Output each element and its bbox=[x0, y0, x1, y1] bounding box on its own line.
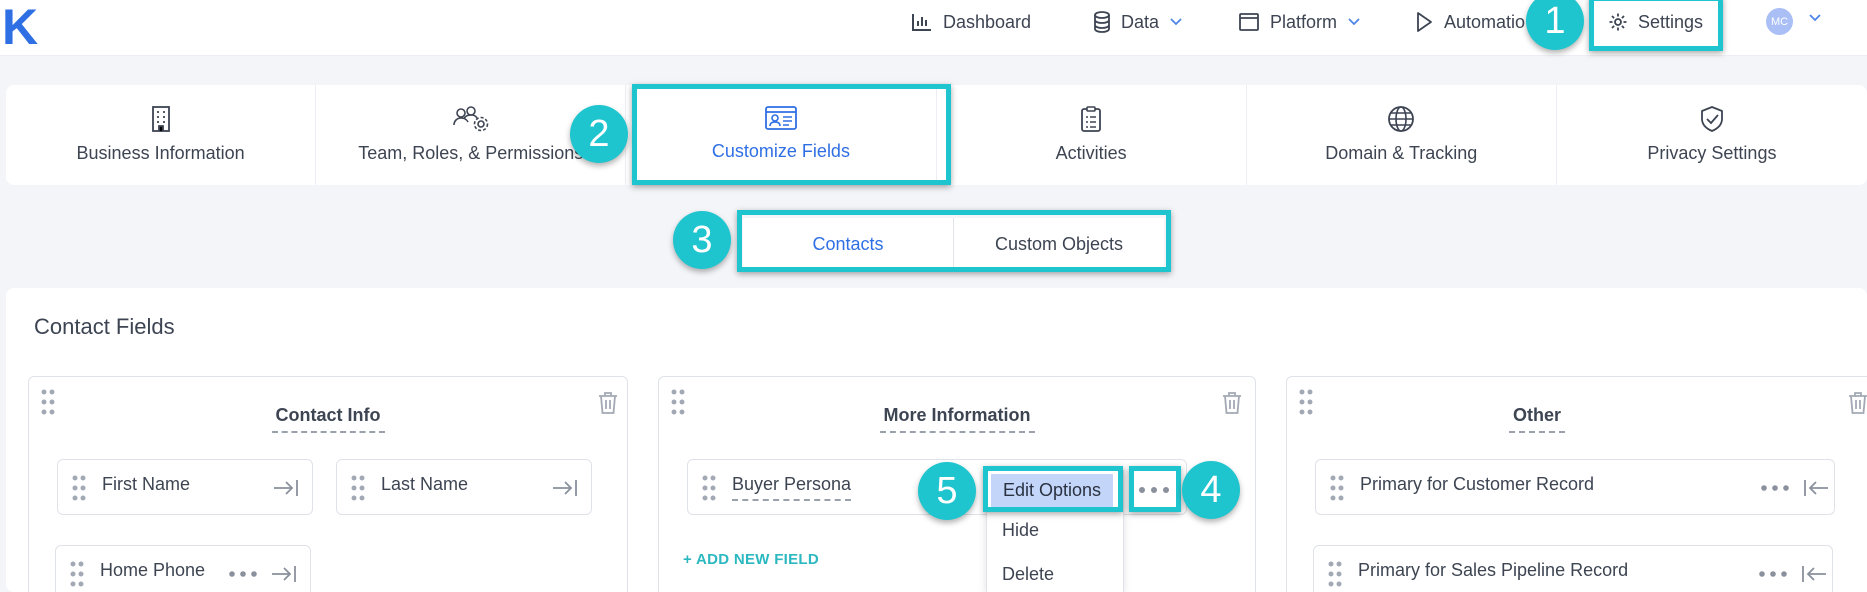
field-last-name[interactable]: Last Name bbox=[336, 459, 592, 515]
drag-handle-icon[interactable] bbox=[1328, 560, 1342, 588]
section-contact-info: Contact Info First Name Last Name Home P… bbox=[28, 376, 628, 592]
field-primary-sales-pipeline-record[interactable]: Primary for Sales Pipeline Record bbox=[1313, 545, 1833, 592]
nav-platform-label: Platform bbox=[1270, 11, 1338, 32]
chevron-down-icon[interactable] bbox=[1808, 13, 1822, 23]
nav-data-label: Data bbox=[1121, 11, 1160, 32]
move-left-icon[interactable] bbox=[1802, 477, 1830, 499]
contact-fields-panel: Contact Fields Contact Info First Name L… bbox=[6, 288, 1867, 592]
move-right-icon[interactable] bbox=[551, 477, 579, 499]
drag-handle-icon[interactable] bbox=[351, 474, 365, 502]
move-right-icon[interactable] bbox=[270, 563, 298, 585]
highlight-more-options bbox=[1129, 466, 1181, 512]
globe-icon bbox=[1388, 106, 1415, 132]
tab-privacy-settings[interactable]: Privacy Settings bbox=[1557, 85, 1867, 185]
tab-label: Team, Roles, & Permissions bbox=[358, 143, 584, 163]
add-new-field-link[interactable]: + ADD NEW FIELD bbox=[683, 551, 819, 568]
trash-icon[interactable] bbox=[1847, 391, 1867, 415]
field-name: First Name bbox=[102, 474, 191, 494]
building-icon bbox=[151, 106, 170, 132]
step-badge-5: 5 bbox=[918, 462, 976, 520]
chevron-down-icon bbox=[1170, 18, 1182, 26]
field-name: Buyer Persona bbox=[732, 474, 852, 501]
shield-check-icon bbox=[1701, 106, 1723, 132]
highlight-edit-options bbox=[983, 466, 1123, 512]
panel-title: Contact Fields bbox=[34, 314, 175, 339]
tab-label: Privacy Settings bbox=[1647, 143, 1777, 163]
chevron-down-icon bbox=[1348, 18, 1360, 26]
play-icon bbox=[1417, 12, 1432, 32]
move-right-icon[interactable] bbox=[272, 477, 300, 499]
drag-handle-icon[interactable] bbox=[1330, 474, 1344, 502]
menu-delete[interactable]: Delete bbox=[1002, 564, 1054, 585]
move-left-icon[interactable] bbox=[1800, 563, 1828, 585]
trash-icon[interactable] bbox=[597, 391, 619, 415]
field-primary-customer-record[interactable]: Primary for Customer Record bbox=[1315, 459, 1835, 515]
step-badge-2: 2 bbox=[570, 105, 628, 163]
drag-handle-icon[interactable] bbox=[702, 474, 716, 502]
highlight-customize-fields bbox=[632, 84, 951, 185]
nav-automation-label: Automatio bbox=[1444, 11, 1526, 32]
more-options-icon[interactable] bbox=[1758, 570, 1788, 578]
tab-label: Activities bbox=[1055, 143, 1127, 163]
nav-dashboard-label: Dashboard bbox=[943, 11, 1032, 32]
tab-label: Domain & Tracking bbox=[1325, 143, 1478, 163]
section-title[interactable]: Other bbox=[1287, 405, 1787, 433]
field-name: Primary for Sales Pipeline Record bbox=[1358, 560, 1629, 580]
nav-platform[interactable]: Platform bbox=[1238, 9, 1361, 35]
section-title[interactable]: Contact Info bbox=[29, 405, 627, 433]
bar-chart-icon bbox=[912, 14, 931, 31]
section-other: Other Primary for Customer Record Primar… bbox=[1286, 376, 1867, 592]
tab-business-information[interactable]: Business Information bbox=[6, 85, 317, 185]
nav-dashboard[interactable]: Dashboard bbox=[911, 9, 1031, 35]
step-badge-3: 3 bbox=[673, 211, 731, 269]
team-settings-icon bbox=[452, 106, 489, 132]
field-name: Primary for Customer Record bbox=[1360, 474, 1595, 494]
avatar[interactable]: MC bbox=[1766, 8, 1793, 35]
tab-label: Business Information bbox=[76, 143, 245, 163]
menu-hide[interactable]: Hide bbox=[1002, 520, 1039, 541]
field-name: Last Name bbox=[381, 474, 469, 494]
more-options-icon[interactable] bbox=[1760, 484, 1790, 492]
top-nav: K Dashboard Data Platform Automatio Sett… bbox=[0, 0, 1867, 56]
clipboard-icon bbox=[1081, 106, 1101, 132]
tab-activities[interactable]: Activities bbox=[937, 85, 1247, 185]
step-badge-4: 4 bbox=[1182, 461, 1240, 519]
field-name: Home Phone bbox=[100, 560, 206, 580]
field-home-phone[interactable]: Home Phone bbox=[55, 545, 311, 592]
trash-icon[interactable] bbox=[1221, 391, 1243, 415]
highlight-settings bbox=[1589, 0, 1723, 51]
window-icon bbox=[1239, 13, 1259, 31]
drag-handle-icon[interactable] bbox=[72, 474, 86, 502]
app-logo[interactable]: K bbox=[2, 0, 38, 56]
more-options-icon[interactable] bbox=[228, 570, 258, 578]
field-first-name[interactable]: First Name bbox=[57, 459, 313, 515]
highlight-subtabs bbox=[737, 210, 1171, 272]
section-title[interactable]: More Information bbox=[659, 405, 1255, 433]
drag-handle-icon[interactable] bbox=[70, 560, 84, 588]
nav-automation[interactable]: Automatio bbox=[1414, 9, 1525, 35]
nav-data[interactable]: Data bbox=[1093, 9, 1183, 35]
database-icon bbox=[1094, 11, 1110, 33]
tab-domain-tracking[interactable]: Domain & Tracking bbox=[1247, 85, 1557, 185]
